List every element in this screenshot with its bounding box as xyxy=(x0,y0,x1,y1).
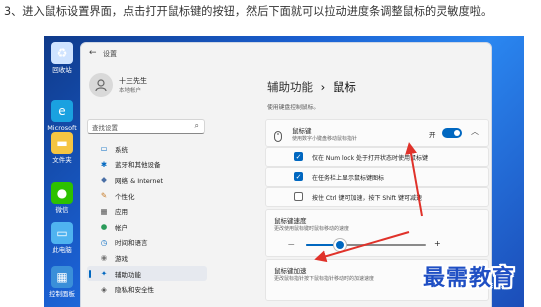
breadcrumb: 辅助功能 › 鼠标 xyxy=(267,79,356,95)
desktop-icon[interactable]: ● 微信 xyxy=(44,182,80,214)
accessibility-icon: ✦ xyxy=(100,269,108,279)
desktop-icon-label: 回收站 xyxy=(52,66,72,74)
sidebar-item-label: 网络 & Internet xyxy=(115,176,164,185)
breadcrumb-separator: › xyxy=(320,80,326,94)
sidebar-item-label: 帐户 xyxy=(115,223,128,232)
breadcrumb-parent[interactable]: 辅助功能 xyxy=(267,80,313,94)
speed-minus-icon: — xyxy=(288,240,295,248)
sidebar-item[interactable]: ◆ 网络 & Internet xyxy=(87,172,207,188)
page-description: 使用键盘控制鼠标。 xyxy=(267,105,320,111)
sidebar: 十三先生 本地帐户 查找设置 ⌕ ▭ 系统 ✱ 蓝牙和其他设备 ◆ 网络 & Intern… xyxy=(81,63,211,307)
option-label: 在任务栏上显示鼠标键图标 xyxy=(312,175,385,182)
user-name: 十三先生 xyxy=(119,77,147,85)
recycle-bin-icon: ♻ xyxy=(51,42,73,64)
bluetooth-icon: ✱ xyxy=(100,159,108,169)
mouse-keys-card[interactable]: 鼠标键 使用数字小键盘移动鼠标指针 开 ︿ xyxy=(265,119,489,147)
search-placeholder: 查找设置 xyxy=(92,124,118,132)
instruction-text: 3、进入鼠标设置界面，点击打开鼠标键的按钮，然后下面就可以拉动进度条调整鼠标的灵… xyxy=(4,5,493,18)
mouse-keys-subtitle: 使用数字小键盘移动鼠标指针 xyxy=(292,136,358,142)
search-icon: ⌕ xyxy=(194,121,199,130)
privacy-icon: ◈ xyxy=(101,284,107,294)
sidebar-item[interactable]: ▦ 应用 xyxy=(87,203,207,219)
speed-title: 鼠标键速度 xyxy=(274,217,307,225)
sidebar-item-label: 辅助功能 xyxy=(115,270,141,279)
desktop-icon-label: 文件夹 xyxy=(52,156,72,164)
checkbox-checked[interactable]: ✓ xyxy=(294,172,303,181)
user-avatar-icon[interactable] xyxy=(89,73,113,97)
toggle-state-label: 开 xyxy=(429,131,436,139)
sidebar-item-label: 蓝牙和其他设备 xyxy=(115,161,161,170)
back-arrow-icon[interactable]: ← xyxy=(89,48,97,58)
option-label: 仅在 Num lock 处于打开状态时使用鼠标键 xyxy=(312,155,428,162)
sidebar-item-label: 应用 xyxy=(115,208,128,217)
page-title: 鼠标 xyxy=(332,80,356,94)
mouse-keys-title: 鼠标键 xyxy=(292,127,312,135)
window-title: 设置 xyxy=(103,50,117,58)
system-icon: ▭ xyxy=(100,144,108,154)
option-row[interactable]: ✓ 在任务栏上显示鼠标键图标 xyxy=(265,167,489,187)
option-label: 按住 Ctrl 键可加速，按下 Shift 键可减速 xyxy=(312,195,422,202)
sidebar-item-label: 系统 xyxy=(115,145,128,154)
sidebar-item[interactable]: ◈ 隐私和安全性 xyxy=(87,281,207,297)
sidebar-item[interactable]: ✎ 个性化 xyxy=(87,188,207,204)
folder-icon: ▬ xyxy=(51,132,73,154)
option-row[interactable]: 按住 Ctrl 键可加速，按下 Shift 键可减速 xyxy=(265,187,489,207)
accel-subtitle: 更改鼠标指针按下鼠标指针移动时的加速速度 xyxy=(274,276,375,282)
desktop-icon[interactable]: ▦ 控制面板 xyxy=(44,266,80,298)
desktop-icon-label: 此电脑 xyxy=(52,246,72,254)
speed-plus-icon: + xyxy=(434,239,441,248)
brush-icon: ✎ xyxy=(100,191,108,201)
sidebar-item[interactable]: ◉ 游戏 xyxy=(87,250,207,266)
mouse-keys-speed-card: 鼠标键速度 更改使用鼠标键时鼠标移动的速度 — + xyxy=(265,209,489,257)
desktop-icon-label: 微信 xyxy=(55,206,69,214)
wechat-icon: ● xyxy=(51,182,73,204)
watermark-text: 最需教育 xyxy=(423,265,516,291)
sidebar-item-label: 隐私和安全性 xyxy=(115,286,154,295)
edge-icon: e xyxy=(51,100,73,122)
checkbox-unchecked[interactable] xyxy=(294,192,303,201)
time-language-icon: ◷ xyxy=(100,237,108,247)
desktop-icon-label: 控制面板 xyxy=(49,290,75,298)
title-bar: ← 设置 xyxy=(81,43,491,63)
sidebar-nav: ▭ 系统 ✱ 蓝牙和其他设备 ◆ 网络 & Internet ✎ 个性化 ▦ 应用 ● 帐户 ◷ 时间和语… xyxy=(87,141,207,297)
speed-slider[interactable] xyxy=(306,239,426,251)
desktop-icon[interactable]: ♻ 回收站 xyxy=(44,42,80,74)
user-account-type: 本地帐户 xyxy=(119,88,142,94)
mouse-keys-toggle[interactable] xyxy=(442,128,462,138)
desktop-icon[interactable]: ▭ 此电脑 xyxy=(44,222,80,254)
apps-icon: ▦ xyxy=(100,206,108,216)
option-row[interactable]: ✓ 仅在 Num lock 处于打开状态时使用鼠标键 xyxy=(265,147,489,167)
computer-icon: ▭ xyxy=(51,222,73,244)
account-icon: ● xyxy=(100,222,108,232)
speed-subtitle: 更改使用鼠标键时鼠标移动的速度 xyxy=(274,226,350,232)
sidebar-item[interactable]: ✦ 辅助功能 xyxy=(87,265,207,282)
sidebar-item[interactable]: ▭ 系统 xyxy=(87,141,207,157)
sidebar-item[interactable]: ◷ 时间和语言 xyxy=(87,235,207,251)
mouse-icon xyxy=(274,127,282,146)
speed-slider-thumb[interactable] xyxy=(333,239,346,251)
checkbox-checked[interactable]: ✓ xyxy=(294,152,303,161)
accel-title: 鼠标键加速 xyxy=(274,267,307,275)
sidebar-item-label: 时间和语言 xyxy=(115,239,148,248)
sidebar-item[interactable]: ✱ 蓝牙和其他设备 xyxy=(87,157,207,173)
network-icon: ◆ xyxy=(101,175,107,185)
control-panel-icon: ▦ xyxy=(51,266,73,288)
gaming-icon: ◉ xyxy=(100,253,108,263)
sidebar-item-label: 个性化 xyxy=(115,192,135,201)
search-input[interactable]: 查找设置 ⌕ xyxy=(87,119,205,134)
chevron-up-icon[interactable]: ︿ xyxy=(471,126,479,137)
sidebar-item[interactable]: ● 帐户 xyxy=(87,219,207,235)
desktop-icon[interactable]: ▬ 文件夹 xyxy=(44,132,80,164)
sidebar-item-label: 游戏 xyxy=(115,254,128,263)
